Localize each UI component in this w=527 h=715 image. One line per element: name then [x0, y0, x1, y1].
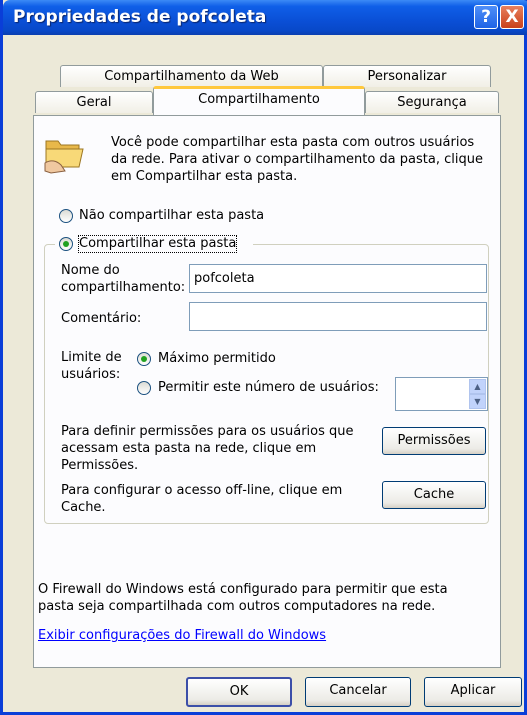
- cache-text-2: Cache.: [61, 500, 106, 515]
- firewall-text-1: O Firewall do Windows está configurado p…: [38, 582, 448, 597]
- cache-button[interactable]: Cache: [382, 481, 486, 509]
- permissions-text-2: acessam esta pasta na rede, clique em: [61, 441, 317, 456]
- no-share-label[interactable]: Não compartilhar esta pasta: [79, 208, 264, 224]
- share-radio[interactable]: [59, 237, 73, 251]
- allow-number-radio[interactable]: [137, 381, 151, 395]
- firewall-text-2: pasta seja compartilhada com outros comp…: [38, 599, 436, 614]
- comment-label: Comentário:: [61, 311, 142, 326]
- shared-folder-icon: [44, 140, 84, 174]
- user-limit-label-1: Limite de: [61, 350, 122, 365]
- max-allowed-label[interactable]: Máximo permitido: [158, 351, 276, 367]
- firewall-settings-link[interactable]: Exibir configurações do Firewall do Wind…: [38, 628, 326, 644]
- share-name-input[interactable]: pofcoleta: [189, 264, 487, 293]
- permissions-text-1: Para definir permissões para os usuários…: [61, 424, 354, 439]
- ok-button[interactable]: OK: [186, 677, 292, 707]
- info-text-line3: em Compartilhar esta pasta.: [111, 169, 298, 184]
- spin-up-icon[interactable]: ▲: [469, 379, 486, 394]
- share-label[interactable]: Compartilhar esta pasta: [77, 235, 238, 253]
- allow-number-label[interactable]: Permitir este número de usuários:: [158, 380, 379, 396]
- share-name-label-1: Nome do: [61, 263, 120, 278]
- user-limit-label-2: usuários:: [61, 367, 121, 382]
- cache-text-1: Para configurar o acesso off-line, cliqu…: [61, 483, 343, 498]
- cancel-button[interactable]: Cancelar: [305, 677, 411, 707]
- info-text-line1: Você pode compartilhar esta pasta com ou…: [111, 135, 475, 150]
- no-share-radio[interactable]: [59, 209, 73, 223]
- comment-input[interactable]: [189, 302, 487, 331]
- permissions-text-3: Permissões.: [61, 458, 139, 473]
- info-text-line2: da rede. Para ativar o compartilhamento …: [111, 152, 483, 167]
- permissions-button[interactable]: Permissões: [382, 427, 486, 455]
- share-name-label-2: compartilhamento:: [61, 280, 186, 295]
- max-allowed-radio[interactable]: [137, 352, 151, 366]
- properties-dialog: Propriedades de pofcoleta ? X Compartilh…: [0, 0, 527, 715]
- spin-down-icon[interactable]: ▼: [469, 394, 486, 409]
- apply-button[interactable]: Aplicar: [424, 677, 522, 707]
